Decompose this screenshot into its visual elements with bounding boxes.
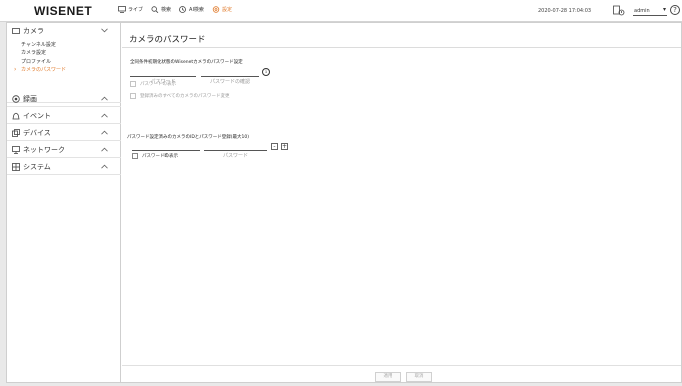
- nav-search-label: 検索: [161, 7, 172, 13]
- device-icon: [12, 129, 20, 137]
- sidebar-event-label: イベント: [23, 112, 51, 120]
- logout-icon[interactable]: [613, 5, 625, 16]
- chevron-up-icon: [101, 96, 108, 101]
- add-row-button[interactable]: +: [281, 143, 288, 150]
- network-icon: [12, 146, 20, 154]
- camera-id-field[interactable]: [132, 142, 200, 160]
- footer-divider: [122, 365, 681, 366]
- sidebar-item-profile[interactable]: プロファイル: [21, 58, 66, 66]
- user-select[interactable]: admin ▾: [633, 6, 667, 16]
- nav-ai-search[interactable]: AI検索: [179, 6, 204, 13]
- monitor-icon: [118, 6, 126, 13]
- show-initial-password-row[interactable]: パスワードの表示: [130, 81, 176, 87]
- ai-search-icon: [179, 6, 186, 13]
- sidebar-record-label: 録画: [23, 95, 37, 103]
- chevron-up-icon: [101, 113, 108, 118]
- nav-settings[interactable]: 設定: [212, 6, 232, 13]
- record-icon: [12, 95, 20, 103]
- system-icon: [12, 163, 20, 171]
- help-icon[interactable]: ?: [670, 5, 680, 15]
- initial-password-confirm-field[interactable]: [201, 68, 259, 86]
- user-name: admin: [634, 8, 650, 14]
- info-icon[interactable]: i: [262, 68, 270, 76]
- show-camera-password-label: パスワードの表示: [142, 154, 178, 159]
- show-initial-password-checkbox[interactable]: [130, 81, 136, 87]
- chevron-up-icon: [101, 147, 108, 152]
- wisenet-logo: WISENET: [34, 4, 93, 18]
- sidebar-camera-label[interactable]: カメラ: [23, 26, 44, 36]
- nav-live-label: ライブ: [128, 7, 144, 13]
- sidebar-section-event[interactable]: イベント: [7, 108, 121, 124]
- sidebar-item-camera-password[interactable]: カメラのパスワード: [14, 66, 66, 75]
- camera-icon: [12, 28, 20, 34]
- change-all-checkbox[interactable]: [130, 93, 136, 99]
- nav-ai-search-label: AI検索: [189, 7, 204, 13]
- top-bar: WISENET ライブ 検索 AI検索 設定 2020-07-28 17:04:…: [0, 0, 682, 22]
- main-nav: ライブ 検索 AI検索 設定: [118, 6, 232, 13]
- datetime: 2020-07-28 17:04:03: [538, 8, 592, 14]
- divider: [122, 47, 681, 48]
- show-camera-password-row[interactable]: パスワードの表示: [132, 153, 178, 159]
- sidebar-section-network[interactable]: ネットワーク: [7, 142, 121, 158]
- chevron-up-icon: [101, 130, 108, 135]
- remove-row-button[interactable]: -: [271, 143, 278, 150]
- sidebar-network-label: ネットワーク: [23, 146, 65, 154]
- nav-settings-label: 設定: [221, 7, 232, 13]
- change-all-label: 登録済みのすべてのカメラのパスワード変更: [140, 94, 230, 99]
- sidebar-item-camera-settings[interactable]: カメラ設定: [21, 49, 66, 57]
- chevron-up-icon: [101, 164, 108, 169]
- camera-submenu: チャンネル設定 カメラ設定 プロファイル カメラのパスワード: [14, 41, 66, 75]
- sidebar-system-label: システム: [23, 163, 51, 171]
- camera-password-input[interactable]: [204, 152, 267, 160]
- sidebar-section-record[interactable]: 録画: [7, 91, 121, 107]
- search-icon: [151, 6, 159, 13]
- initial-password-confirm-input[interactable]: [201, 78, 259, 86]
- sidebar: カメラ チャンネル設定 カメラ設定 プロファイル カメラのパスワード 録画 イベ…: [7, 23, 121, 382]
- sidebar-device-label: デバイス: [23, 129, 51, 137]
- apply-button[interactable]: 適用: [375, 372, 401, 382]
- sidebar-item-channel-settings[interactable]: チャンネル設定: [21, 41, 66, 49]
- initial-password-field[interactable]: [130, 68, 196, 86]
- content-panel: カメラのパスワード 全同条件初期化状態のWisenetカメラのパスワード設定 i…: [122, 23, 681, 382]
- show-camera-password-checkbox[interactable]: [132, 153, 138, 159]
- camera-password-field[interactable]: [204, 142, 267, 160]
- chevron-down-icon[interactable]: [101, 28, 108, 33]
- caret-down-icon: ▾: [662, 6, 666, 13]
- nav-search[interactable]: 検索: [151, 6, 171, 13]
- nav-live[interactable]: ライブ: [118, 6, 143, 13]
- main-frame: カメラ チャンネル設定 カメラ設定 プロファイル カメラのパスワード 録画 イベ…: [6, 22, 682, 383]
- sidebar-section-system[interactable]: システム: [7, 159, 121, 175]
- sidebar-section-device[interactable]: デバイス: [7, 125, 121, 141]
- cancel-button[interactable]: 取消: [406, 372, 432, 382]
- event-icon: [12, 112, 20, 120]
- change-all-row[interactable]: 登録済みのすべてのカメラのパスワード変更: [130, 93, 230, 99]
- settings-icon: [212, 6, 220, 13]
- initial-password-heading: 全同条件初期化状態のWisenetカメラのパスワード設定: [130, 60, 243, 65]
- page-title: カメラのパスワード: [129, 35, 206, 45]
- registered-camera-heading: パスワード設定済みのカメラのIDとパスワード登録(最大10): [127, 135, 250, 140]
- show-initial-password-label: パスワードの表示: [140, 82, 176, 87]
